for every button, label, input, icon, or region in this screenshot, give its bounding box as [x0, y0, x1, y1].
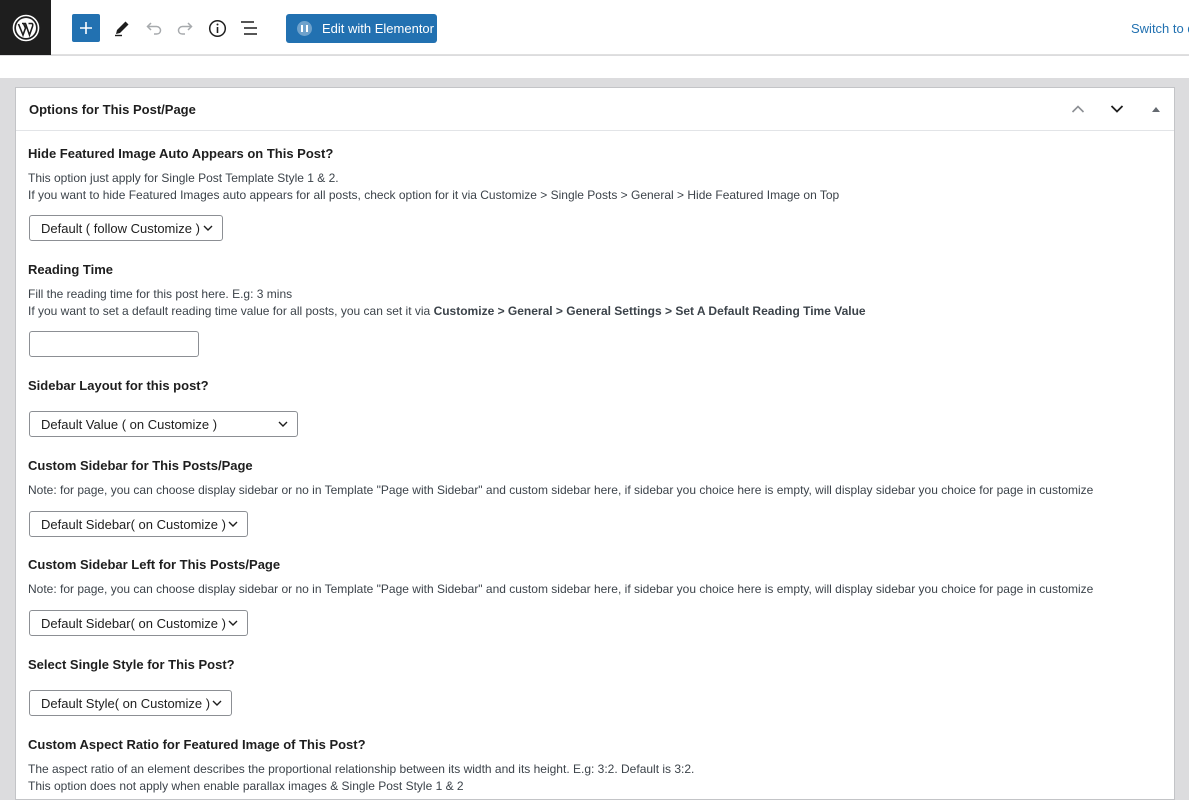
chevron-up-icon: [1071, 105, 1085, 113]
edit-with-elementor-button[interactable]: Edit with Elementor: [286, 14, 437, 43]
redo-icon[interactable]: [172, 15, 198, 41]
custom-sidebar-label: Custom Sidebar for This Posts/Page: [28, 458, 253, 473]
sidebar-layout-label: Sidebar Layout for this post?: [28, 378, 209, 393]
reading-time-label: Reading Time: [28, 262, 114, 277]
chevron-down-icon: [228, 521, 238, 527]
single-style-label: Select Single Style for This Post?: [28, 657, 235, 672]
custom-sidebar-select[interactable]: Default Sidebar( on Customize ): [29, 511, 248, 537]
reading-time-desc-2-text: If you want to set a default reading tim…: [28, 304, 434, 318]
metabox-header: Options for This Post/Page: [16, 88, 1174, 131]
plus-icon: [80, 22, 92, 34]
sidebar-layout-select-value: Default Value ( on Customize ): [41, 416, 218, 432]
custom-sidebar-left-desc: Note: for page, you can choose display s…: [28, 582, 1094, 596]
single-style-select-value: Default Style( on Customize ): [41, 695, 211, 711]
metabox-title: Options for This Post/Page: [29, 101, 196, 117]
hide-featured-desc-2: If you want to hide Featured Images auto…: [28, 188, 840, 202]
chevron-down-icon: [278, 421, 288, 427]
elementor-button-label: Edit with Elementor: [322, 21, 434, 36]
aspect-ratio-label: Custom Aspect Ratio for Featured Image o…: [28, 737, 366, 752]
single-style-select[interactable]: Default Style( on Customize ): [29, 690, 232, 716]
switch-to-draft-link[interactable]: Switch to d: [1131, 21, 1189, 36]
undo-icon[interactable]: [141, 15, 167, 41]
reading-time-input[interactable]: [29, 331, 199, 357]
chevron-down-icon: [228, 620, 238, 626]
reading-time-desc-2: If you want to set a default reading tim…: [28, 303, 866, 320]
reading-time-desc-1: Fill the reading time for this post here…: [28, 287, 293, 301]
reading-time-customize-path: Customize > General > General Settings >…: [433, 304, 866, 318]
elementor-icon: [297, 21, 312, 36]
aspect-ratio-desc-1: The aspect ratio of an element describes…: [28, 762, 695, 776]
chevron-down-icon: [203, 225, 213, 231]
move-up-button[interactable]: [1066, 98, 1090, 120]
custom-sidebar-left-select-value: Default Sidebar( on Customize ): [41, 615, 226, 631]
pencil-icon[interactable]: [109, 15, 135, 41]
hide-featured-select[interactable]: Default ( follow Customize ): [29, 215, 223, 241]
custom-sidebar-left-label: Custom Sidebar Left for This Posts/Page: [28, 557, 281, 572]
aspect-ratio-desc-2: This option does not apply when enable p…: [28, 779, 464, 793]
post-options-metabox: Options for This Post/Page Hide Featured…: [15, 87, 1175, 800]
editor-spacer: [0, 56, 1189, 78]
toggle-panel-button[interactable]: [1144, 98, 1168, 120]
sidebar-layout-select[interactable]: Default Value ( on Customize ): [29, 411, 298, 437]
chevron-down-icon: [1110, 105, 1124, 113]
custom-sidebar-left-select[interactable]: Default Sidebar( on Customize ): [29, 610, 248, 636]
hide-featured-select-value: Default ( follow Customize ): [41, 220, 200, 236]
hide-featured-label: Hide Featured Image Auto Appears on This…: [28, 146, 334, 161]
move-down-button[interactable]: [1105, 98, 1129, 120]
hide-featured-desc-1: This option just apply for Single Post T…: [28, 171, 339, 185]
add-block-button[interactable]: [72, 14, 100, 42]
caret-up-icon: [1152, 107, 1160, 112]
list-view-icon[interactable]: [236, 15, 262, 41]
wordpress-logo-icon[interactable]: [0, 0, 51, 55]
editor-toolbar: Edit with Elementor Switch to d: [0, 0, 1189, 55]
chevron-down-icon: [212, 700, 222, 706]
custom-sidebar-select-value: Default Sidebar( on Customize ): [41, 516, 226, 532]
info-icon[interactable]: [204, 15, 230, 41]
custom-sidebar-desc: Note: for page, you can choose display s…: [28, 483, 1094, 497]
